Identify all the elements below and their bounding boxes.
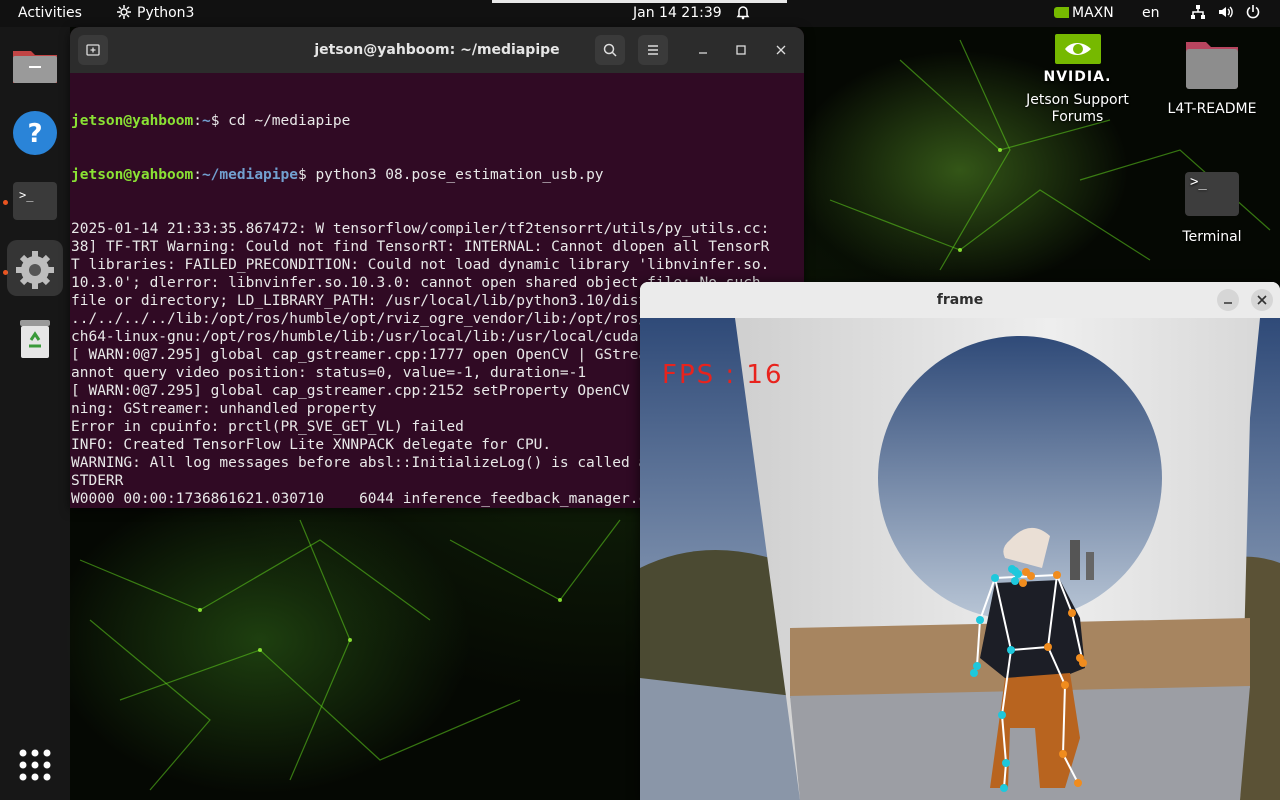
pose-landmark (973, 662, 981, 670)
terminal-log-line: 2025-01-14 21:33:35.867472: W tensorflow… (71, 221, 770, 237)
command-line: jetson@yahboom:~$ cd ~/mediapipe (71, 113, 351, 129)
help-icon: ? (13, 111, 57, 155)
frame-header[interactable]: frame (640, 282, 1280, 318)
pose-landmark (1059, 750, 1067, 758)
nvidia-forums-label: Jetson Support Forums (1026, 92, 1129, 125)
search-icon (603, 43, 617, 57)
terminal-header[interactable]: jetson@yahboom: ~/mediapipe (70, 27, 804, 73)
dock: ? >_ (0, 27, 70, 800)
network-icon[interactable] (1190, 0, 1206, 27)
minimize-icon (1224, 302, 1232, 304)
new-tab-icon (86, 44, 100, 56)
pose-landmark (970, 669, 978, 677)
svg-text:?: ? (27, 119, 42, 149)
pose-landmark (1074, 779, 1082, 787)
prompt-user: jetson@yahboom (71, 113, 194, 129)
dock-trash[interactable] (7, 310, 63, 366)
terminal-log-line: 38] TF-TRT Warning: Could not find Tenso… (71, 239, 770, 255)
files-icon (13, 51, 57, 83)
maximize-button[interactable] (726, 35, 756, 65)
pose-landmark (1068, 609, 1076, 617)
app-menu[interactable]: Python3 (116, 0, 194, 27)
desktop-nvidia-forums[interactable]: NVIDIA. Jetson Support Forums (1020, 34, 1135, 126)
frame-title: frame (936, 292, 984, 308)
power-mode-label: MAXN (1072, 5, 1114, 21)
pose-landmark (1044, 643, 1052, 651)
pose-landmark (998, 711, 1006, 719)
pose-landmark (1000, 784, 1008, 792)
frame-window[interactable]: frame FPS: 16 (640, 282, 1280, 800)
pose-landmark (1007, 646, 1015, 654)
power-icon[interactable] (1245, 0, 1261, 27)
minimize-icon (699, 52, 707, 54)
dock-settings[interactable] (7, 240, 63, 296)
settings-gear-icon (16, 251, 54, 289)
distant-building (1070, 540, 1080, 580)
app-grid-icon (19, 749, 51, 781)
nvidia-logo-icon (1054, 34, 1101, 64)
folder-icon (1186, 42, 1238, 89)
pose-landmark (976, 616, 984, 624)
search-button[interactable] (595, 35, 625, 65)
terminal-log-line: T libraries: FAILED_PRECONDITION: Could … (71, 257, 770, 273)
fps-overlay: FPS : 16 (662, 360, 784, 390)
activities-button[interactable]: Activities (18, 0, 82, 27)
frame-minimize-button[interactable] (1217, 289, 1239, 311)
pose-landmark (991, 574, 999, 582)
pose-landmark (1011, 567, 1019, 575)
command-text: $ cd ~/mediapipe (210, 113, 351, 129)
notification-bell-icon[interactable] (735, 0, 751, 27)
terminal-icon: >_ (13, 182, 57, 220)
top-bar: Activities Python3 Jan 14 21:39 MAXN en (0, 0, 1280, 27)
dock-terminal[interactable]: >_ (7, 173, 63, 229)
power-mode-indicator[interactable]: MAXN (1054, 0, 1114, 27)
command-line: jetson@yahboom:~/mediapipe$ python3 08.p… (71, 167, 604, 183)
menu-icon (648, 45, 658, 55)
pose-landmark (1053, 571, 1061, 579)
nvidia-mini-icon (1054, 7, 1069, 18)
pose-landmark (1011, 577, 1019, 585)
pose-landmark (1019, 579, 1027, 587)
pose-landmark (1061, 681, 1069, 689)
dock-help[interactable]: ? (7, 105, 63, 161)
language-indicator[interactable]: en (1142, 0, 1160, 27)
close-icon (776, 45, 786, 55)
frame-close-button[interactable] (1251, 289, 1273, 311)
hamburger-menu-button[interactable] (638, 35, 668, 65)
minimize-button[interactable] (688, 35, 718, 65)
terminal-glyph: >_ (1190, 174, 1207, 190)
close-button[interactable] (766, 35, 796, 65)
dock-files[interactable] (7, 37, 63, 93)
prompt-path: ~ (201, 113, 211, 129)
prompt-user: jetson@yahboom (71, 167, 194, 183)
app-gear-icon (117, 5, 131, 19)
desktop-l4t-readme[interactable]: L4T-README (1162, 38, 1262, 118)
new-tab-button[interactable] (78, 35, 108, 65)
terminal-label: Terminal (1182, 229, 1242, 245)
maximize-icon (736, 45, 746, 55)
app-name: Python3 (137, 5, 195, 21)
ground-left (640, 678, 810, 800)
clock[interactable]: Jan 14 21:39 (633, 0, 722, 27)
svg-text:>_: >_ (19, 188, 34, 202)
prompt-path: ~/mediapipe (201, 167, 298, 183)
trash-icon (20, 320, 50, 358)
nvidia-wordmark: NVIDIA. (1043, 69, 1112, 85)
desktop-terminal[interactable]: >_ Terminal (1162, 170, 1262, 246)
volume-icon[interactable] (1217, 0, 1233, 27)
pose-landmark (1076, 654, 1084, 662)
l4t-readme-label: L4T-README (1167, 101, 1257, 117)
pose-landmark (1002, 759, 1010, 767)
camera-frame: FPS : 16 (640, 318, 1280, 800)
close-icon (1257, 295, 1267, 305)
command-text: $ python3 08.pose_estimation_usb.py (297, 167, 604, 183)
distant-building (1086, 552, 1094, 580)
pose-landmark (1027, 572, 1035, 580)
show-applications-button[interactable] (7, 737, 63, 793)
